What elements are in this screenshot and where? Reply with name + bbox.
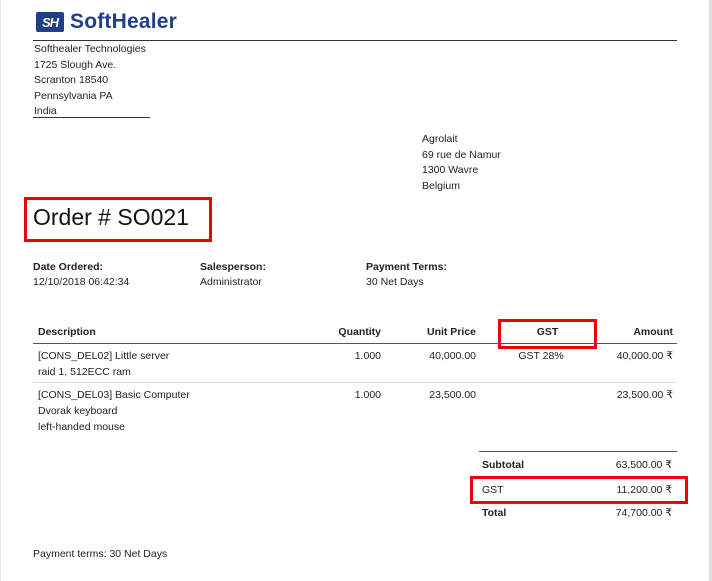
description-line: [CONS_DEL03] Basic Computer (38, 389, 190, 401)
date-ordered-label: Date Ordered: (33, 261, 104, 273)
company-name: Softhealer Technologies (34, 43, 146, 55)
payment-terms-block: Payment Terms: 30 Net Days (366, 260, 447, 290)
subtotal-value: 63,500.00 ₹ (615, 459, 672, 471)
company-address: Softhealer Technologies 1725 Slough Ave.… (34, 42, 146, 120)
customer-country: Belgium (422, 179, 460, 192)
logo-mark: SH (36, 12, 64, 32)
description-line: raid 1, 512ECC ram (38, 366, 131, 378)
payment-terms-value: 30 Net Days (366, 276, 424, 288)
row-description: [CONS_DEL03] Basic Computer Dvorak keybo… (38, 387, 190, 435)
row-divider (33, 382, 677, 383)
subtotal-label: Subtotal (482, 459, 524, 471)
highlight-box (498, 319, 597, 349)
row-description: [CONS_DEL02] Little server raid 1, 512EC… (38, 348, 169, 380)
highlight-box (24, 197, 212, 242)
description-line: [CONS_DEL02] Little server (38, 350, 170, 362)
date-ordered-block: Date Ordered: 12/10/2018 06:42:34 (33, 260, 129, 290)
salesperson-value: Administrator (200, 276, 262, 288)
company-divider (33, 117, 150, 118)
salesperson-label: Salesperson: (200, 261, 266, 273)
date-ordered-value: 12/10/2018 06:42:34 (33, 276, 130, 288)
description-line: Dvorak keyboard (38, 405, 118, 417)
customer-city: 1300 Wavre (422, 164, 479, 176)
column-header-quantity: Quantity (338, 326, 381, 338)
row-quantity: 1.000 (354, 389, 381, 401)
totals-divider (479, 451, 677, 452)
row-unit-price: 40,000.00 (429, 350, 476, 362)
row-amount: 23,500.00 ₹ (616, 389, 673, 401)
company-state: Pennsylvania PA (34, 89, 113, 102)
row-gst: GST 28% (518, 350, 564, 362)
row-quantity: 1.000 (354, 350, 381, 362)
page-edge (0, 0, 1, 581)
customer-street: 69 rue de Namur (422, 148, 501, 161)
customer-name: Agrolait (422, 133, 458, 145)
logo-text: SoftHealer (70, 10, 178, 33)
payment-terms-note: Payment terms: 30 Net Days (33, 548, 168, 560)
column-header-amount: Amount (633, 326, 673, 338)
company-city: Scranton 18540 (34, 74, 109, 86)
row-unit-price: 23,500.00 (429, 389, 476, 401)
row-amount: 40,000.00 ₹ (616, 350, 673, 362)
total-label: Total (482, 507, 507, 519)
highlight-box (470, 476, 688, 504)
description-line: left-handed mouse (38, 421, 125, 433)
salesperson-block: Salesperson: Administrator (200, 260, 266, 290)
customer-address: Agrolait 69 rue de Namur 1300 Wavre Belg… (422, 132, 501, 194)
payment-terms-label: Payment Terms: (366, 261, 447, 273)
company-street: 1725 Slough Ave. (34, 58, 117, 71)
total-value: 74,700.00 ₹ (615, 507, 672, 519)
totals-divider (479, 503, 677, 504)
company-logo: SH SoftHealer (36, 10, 177, 34)
header-divider (33, 40, 677, 41)
table-header-divider (33, 343, 677, 344)
column-header-unit-price: Unit Price (426, 326, 476, 338)
column-header-description: Description (38, 326, 96, 338)
